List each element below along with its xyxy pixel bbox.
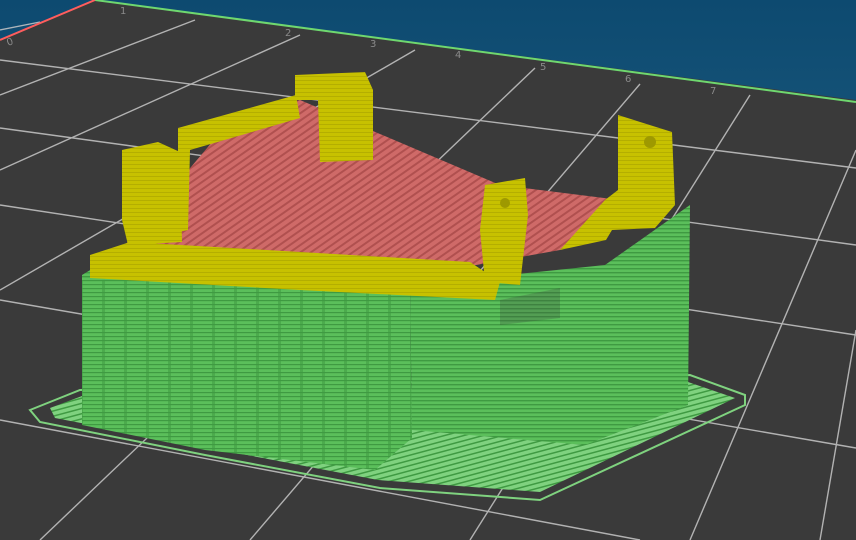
tick-label: 2 — [285, 28, 291, 39]
3d-preview-viewport[interactable]: 0 1 2 3 4 5 6 7 — [0, 0, 856, 540]
tick-label: 7 — [710, 86, 716, 97]
support-left-pillar — [122, 142, 182, 245]
tick-label: 4 — [455, 50, 461, 61]
mounting-hole — [644, 136, 656, 148]
tick-label: 5 — [540, 62, 546, 73]
support-front-right — [480, 178, 528, 285]
tick-label: 3 — [370, 39, 376, 50]
tick-label: 6 — [625, 74, 631, 85]
mounting-hole — [500, 198, 510, 208]
tick-label: 1 — [120, 6, 126, 17]
sliced-model-preview[interactable]: 0 1 2 3 4 5 6 7 — [0, 0, 856, 540]
